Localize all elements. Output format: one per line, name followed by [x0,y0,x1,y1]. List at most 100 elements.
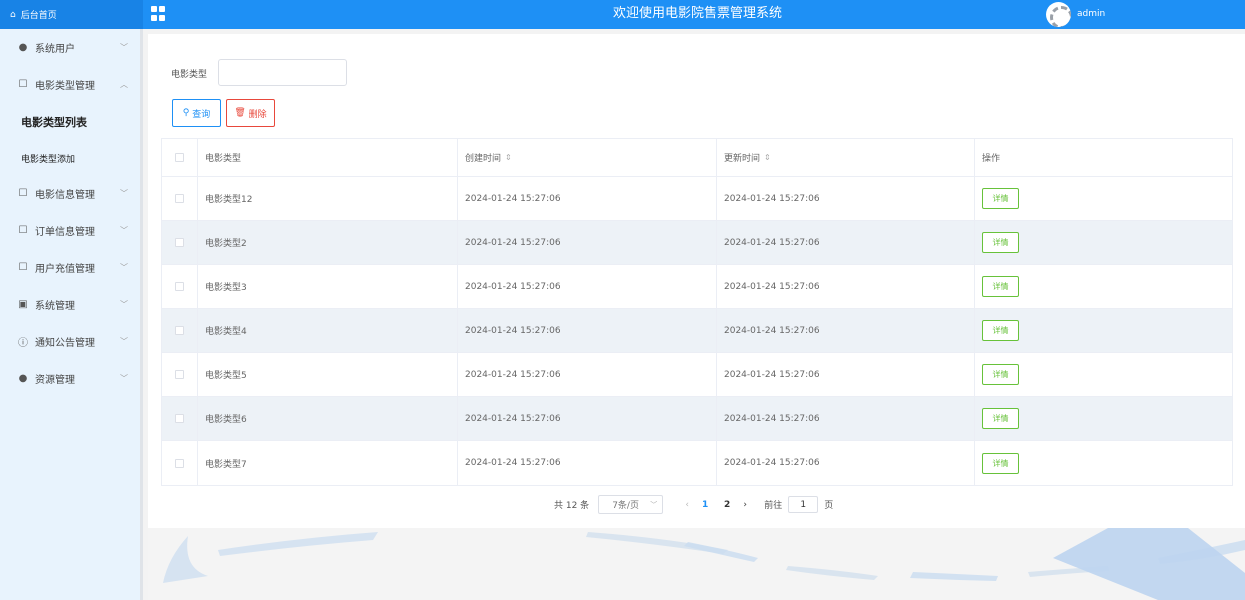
created-cell: 2024-01-24 15:27:06 [458,265,717,308]
user-menu[interactable]: admin [1046,1,1105,27]
avatar [1046,1,1071,27]
row-select-cell [162,353,198,396]
updated-cell: 2024-01-24 15:27:06 [717,265,975,308]
sidebar-item-notices[interactable]: ⓘ 通知公告管理 ﹀ [0,323,140,360]
type-cell: 电影类型3 [198,265,458,308]
sidebar-item-orders[interactable]: ☐ 订单信息管理 ﹀ [0,212,140,249]
top-bar: ⌂ 后台首页 欢迎使用电影院售票管理系统 admin [0,0,1245,29]
column-header-label: 电影类型 [205,154,242,164]
table-row: 电影类型6 2024-01-24 15:27:06 2024-01-24 15:… [162,397,1232,441]
row-checkbox[interactable] [175,238,184,247]
sidebar-subitem-movie-type-add[interactable]: 电影类型添加 [0,141,140,175]
external-link-icon: ☐ [18,262,28,273]
picture-icon: ▣ [18,299,28,310]
table-row: 电影类型5 2024-01-24 15:27:06 2024-01-24 15:… [162,353,1232,397]
chevron-down-icon: ﹀ [120,189,128,198]
column-header-updated[interactable]: 更新时间 ⇕ [717,139,975,176]
goto-page-input[interactable]: 1 [788,496,819,513]
movie-type-filter-label: 电影类型 [171,70,208,80]
user-icon: ● [18,42,28,53]
table-row: 电影类型4 2024-01-24 15:27:06 2024-01-24 15:… [162,309,1232,353]
row-checkbox[interactable] [175,370,184,379]
table-row: 电影类型7 2024-01-24 15:27:06 2024-01-24 15:… [162,441,1232,485]
column-header-label: 创建时间 [465,154,502,164]
home-icon: ⌂ [10,9,16,20]
detail-button[interactable]: 详情 [982,364,1019,385]
row-select-cell [162,265,198,308]
select-all-cell [162,139,198,176]
updated-cell: 2024-01-24 15:27:06 [717,353,975,396]
table-header-row: 电影类型 创建时间 ⇕ 更新时间 ⇕ 操作 [162,139,1232,177]
row-checkbox[interactable] [175,458,184,468]
chevron-down-icon: ﹀ [120,43,128,52]
detail-button[interactable]: 详情 [982,408,1019,429]
delete-button-label: 删除 [248,109,267,120]
action-cell: 详情 [975,353,1232,396]
chevron-down-icon: ﹀ [120,263,128,272]
sidebar-item-label: 用户充值管理 [35,264,95,275]
action-cell: 详情 [975,177,1232,220]
row-checkbox[interactable] [175,326,184,335]
prev-page-icon[interactable]: ‹ [680,500,694,510]
detail-button[interactable]: 详情 [982,232,1019,253]
column-header-label: 更新时间 [724,154,761,164]
detail-button[interactable]: 详情 [982,452,1019,474]
type-cell: 电影类型6 [198,397,458,440]
query-button[interactable]: ⚲ 查询 [172,99,221,127]
sidebar-item-label: 系统管理 [35,301,75,312]
chevron-down-icon: ﹀ [120,374,128,383]
sidebar-subitem-movie-type-list[interactable]: 电影类型列表 [0,103,140,141]
row-select-cell [162,309,198,352]
row-checkbox[interactable] [175,414,184,423]
goto-prefix: 前往 [764,501,783,511]
sidebar-item-system-users[interactable]: ● 系统用户 ﹀ [0,29,140,66]
chevron-down-icon: ﹀ [650,501,658,509]
menu-toggle-icon[interactable] [151,6,166,21]
sort-icon[interactable]: ⇕ [505,153,512,162]
page-size-value: 7条/页 [612,501,639,511]
trash-icon: 🗑 [234,108,249,118]
sidebar-item-recharge[interactable]: ☐ 用户充值管理 ﹀ [0,249,140,286]
type-cell: 电影类型4 [198,309,458,352]
detail-button[interactable]: 详情 [982,276,1019,297]
action-cell: 详情 [975,309,1232,352]
next-page-icon[interactable]: › [738,500,752,510]
sidebar-item-label: 系统用户 [35,44,75,55]
detail-button[interactable]: 详情 [982,320,1019,341]
background-strokes [163,528,1245,600]
sidebar-item-system[interactable]: ▣ 系统管理 ﹀ [0,286,140,323]
select-all-checkbox[interactable] [175,153,184,162]
updated-cell: 2024-01-24 15:27:06 [717,309,975,352]
detail-button[interactable]: 详情 [982,188,1019,209]
sidebar-item-movie-type[interactable]: ☐ 电影类型管理 ︿ [0,66,140,103]
chevron-up-icon: ︿ [120,80,128,89]
sidebar-item-label: 资源管理 [35,375,75,386]
created-cell: 2024-01-24 15:27:06 [458,177,717,220]
sidebar-item-resources[interactable]: ● 资源管理 ﹀ [0,360,140,397]
row-checkbox[interactable] [175,282,184,291]
page-number[interactable]: 2 [716,500,738,510]
sort-icon[interactable]: ⇕ [764,153,771,162]
main-panel: 电影类型 ⚲ 查询 🗑 删除 电影类型 创建时间 ⇕ 更新时间 ⇕ 操作 电影类型 1… [148,34,1245,528]
chevron-down-icon: ﹀ [120,300,128,309]
username: admin [1077,9,1106,19]
page-size-select[interactable]: 7条/页 ﹀ [598,495,664,514]
sidebar-item-label: 通知公告管理 [35,338,95,349]
created-cell: 2024-01-24 15:27:06 [458,353,717,396]
query-button-label: 查询 [192,109,211,120]
column-header-created[interactable]: 创建时间 ⇕ [458,139,717,176]
pagination: 共 12 条 7条/页 ﹀ ‹ 1 2 › 前往 1 页 [554,495,833,514]
row-select-cell [162,397,198,440]
sidebar-item-movie-info[interactable]: ☐ 电影信息管理 ﹀ [0,175,140,212]
home-link[interactable]: ⌂ 后台首页 [0,0,143,29]
created-cell: 2024-01-24 15:27:06 [458,309,717,352]
sidebar-item-label: 订单信息管理 [35,227,95,238]
delete-button[interactable]: 🗑 删除 [226,99,275,127]
type-cell: 电影类型7 [198,441,458,485]
page-number[interactable]: 1 [694,500,716,510]
movie-type-filter-input[interactable] [218,59,347,86]
row-checkbox[interactable] [175,194,184,203]
created-cell: 2024-01-24 15:27:06 [458,441,717,485]
chevron-down-icon: ﹀ [120,337,128,346]
external-link-icon: ☐ [18,79,28,90]
